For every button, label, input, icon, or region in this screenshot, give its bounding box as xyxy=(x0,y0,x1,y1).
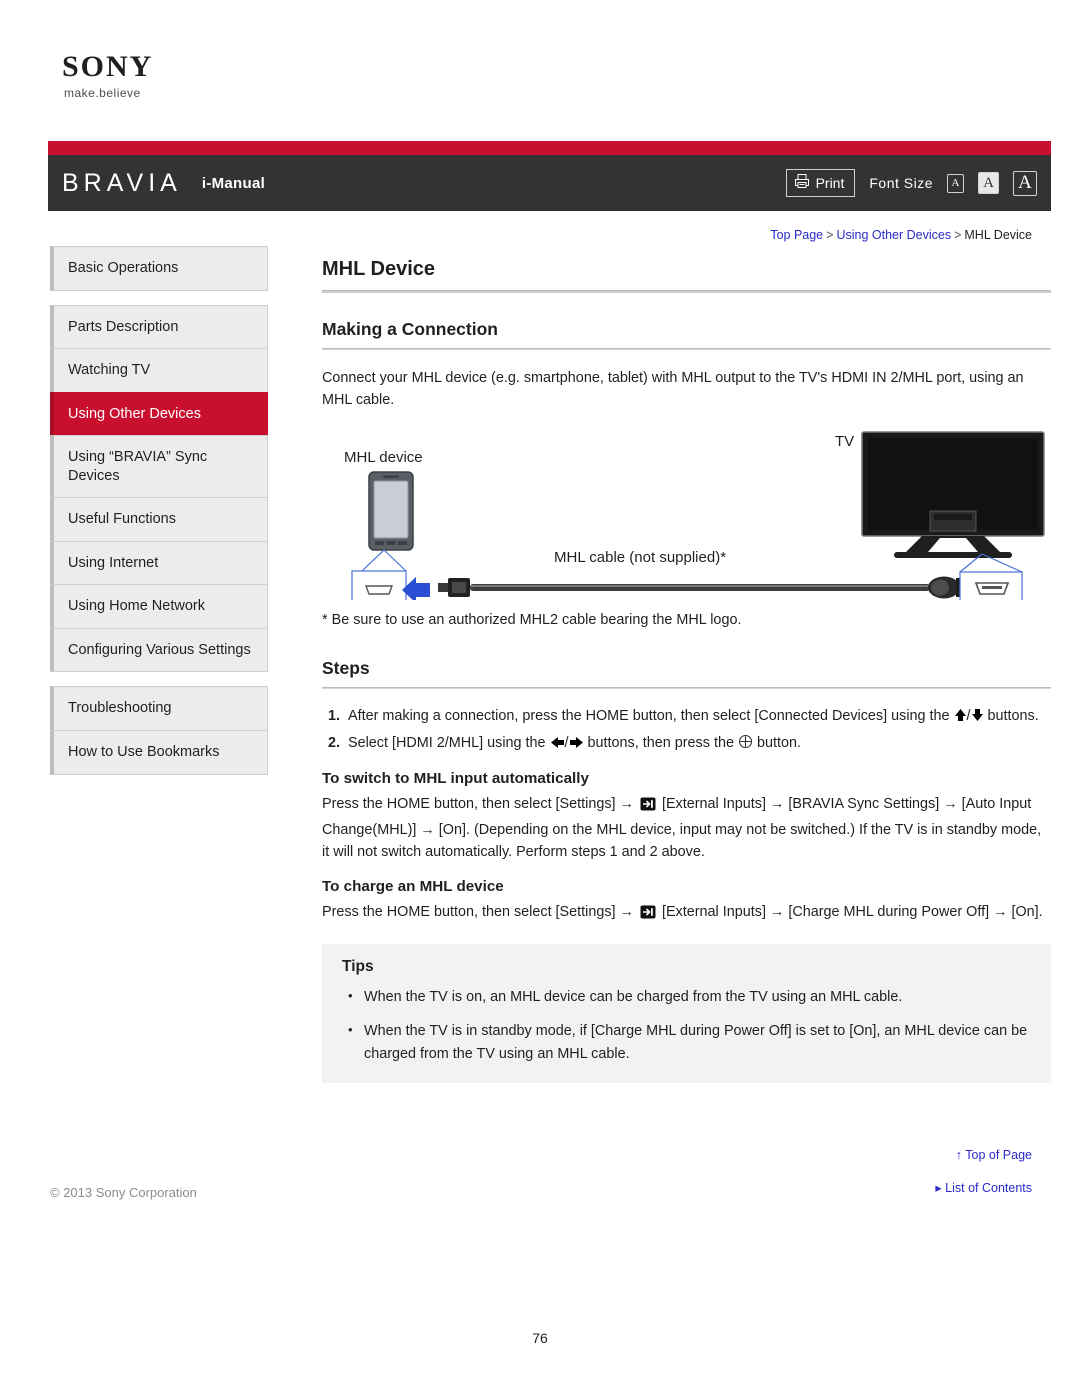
step-text: After making a connection, press the HOM… xyxy=(348,705,1051,729)
external-inputs-icon xyxy=(640,796,656,820)
title-divider xyxy=(322,290,1051,293)
sidebar-item-watching-tv[interactable]: Watching TV xyxy=(50,348,268,392)
sony-tagline: make.believe xyxy=(64,86,141,100)
up-arrow-icon xyxy=(954,707,967,729)
breadcrumb-current: MHL Device xyxy=(964,228,1032,242)
step-item: 1. After making a connection, press the … xyxy=(322,705,1051,729)
mhl-connection-diagram: TV MHL device MHL cable (not supplied)* xyxy=(322,428,1051,615)
breadcrumb-separator: > xyxy=(826,228,834,242)
main-content: MHL Device Making a Connection Connect y… xyxy=(322,258,1051,1083)
print-label: Print xyxy=(815,174,845,191)
breadcrumb-separator: > xyxy=(954,228,962,242)
sidebar-item-parts-description[interactable]: Parts Description xyxy=(50,304,268,349)
sidebar-item-configuring-various-settings[interactable]: Configuring Various Settings xyxy=(50,627,268,673)
breadcrumb: Top Page > Using Other Devices > MHL Device xyxy=(770,228,1032,242)
right-arrow-icon xyxy=(569,734,584,756)
auto-switch-description: Press the HOME button, then select [Sett… xyxy=(322,794,1051,864)
footer-links: ↑ Top of Page ▸ List of Contents xyxy=(935,1148,1032,1213)
print-button[interactable]: Print xyxy=(785,169,856,197)
sidebar: Basic Operations Parts Description Watch… xyxy=(50,246,268,789)
list-of-contents-link[interactable]: ▸ List of Contents xyxy=(935,1180,1032,1195)
font-size-small-button[interactable]: A xyxy=(947,173,964,193)
sony-logo: SONY make.believe xyxy=(62,50,154,101)
sidebar-item-basic-operations[interactable]: Basic Operations xyxy=(50,246,268,291)
step-text-mid: buttons, then press the xyxy=(583,735,738,751)
top-of-page-link[interactable]: ↑ Top of Page xyxy=(935,1148,1032,1162)
printer-icon xyxy=(794,173,810,192)
step-text-before: Select [HDMI 2/MHL] using the xyxy=(348,735,550,751)
left-arrow-icon xyxy=(550,734,565,756)
breadcrumb-link-top-page[interactable]: Top Page xyxy=(770,228,823,242)
font-size-label: Font Size xyxy=(869,175,933,191)
sidebar-group-1: Basic Operations xyxy=(50,246,268,291)
step-text-before: After making a connection, press the HOM… xyxy=(348,707,954,724)
breadcrumb-link-using-other-devices[interactable]: Using Other Devices xyxy=(836,228,951,242)
charge-text-after: [External Inputs] → [Charge MHL during P… xyxy=(657,904,1043,920)
section-heading-steps: Steps xyxy=(322,657,370,678)
figure-footnote: * Be sure to use an authorized MHL2 cabl… xyxy=(322,611,742,628)
sidebar-group-3: Troubleshooting How to Use Bookmarks xyxy=(50,686,268,775)
header-controls: Print Font Size A A A xyxy=(785,169,1037,197)
sidebar-group-2: Parts Description Watching TV Using Othe… xyxy=(50,304,268,673)
subheading-charge-mhl-device: To charge an MHL device xyxy=(322,878,504,895)
step-text-after: buttons. xyxy=(983,707,1039,724)
font-size-large-button[interactable]: A xyxy=(1013,170,1037,196)
imanual-label: i-Manual xyxy=(201,174,266,192)
bravia-wordmark: BRAVIA xyxy=(62,168,182,197)
charge-description: Press the HOME button, then select [Sett… xyxy=(322,902,1051,928)
step-item: 2. Select [HDMI 2/MHL] using the / butto… xyxy=(322,732,1051,756)
tip-item: When the TV is on, an MHL device can be … xyxy=(346,986,1031,1008)
sony-wordmark: SONY xyxy=(62,50,154,83)
sidebar-item-using-home-network[interactable]: Using Home Network xyxy=(50,584,268,628)
sidebar-item-useful-functions[interactable]: Useful Functions xyxy=(50,497,268,541)
steps-divider xyxy=(322,686,1051,689)
subheading-switch-mhl-auto: To switch to MHL input automatically xyxy=(322,770,589,788)
tv-label: TV xyxy=(835,433,854,450)
header: BRAVIA i-Manual Print Font Size A A A xyxy=(48,141,1051,211)
mhl-device-label: MHL device xyxy=(344,449,423,466)
mhl-cable-label: MHL cable (not supplied)* xyxy=(554,549,726,566)
copyright-text: © 2013 Sony Corporation xyxy=(50,1185,197,1200)
sidebar-item-using-other-devices[interactable]: Using Other Devices xyxy=(50,391,268,436)
step-number: 2. xyxy=(327,735,340,751)
auto-switch-text-before: Press the HOME button, then select [Sett… xyxy=(322,796,638,813)
tip-item: When the TV is in standby mode, if [Char… xyxy=(346,1020,1031,1065)
enter-button-icon xyxy=(738,734,753,756)
page-number: 76 xyxy=(532,1330,548,1346)
step-number: 1. xyxy=(327,707,340,724)
section-divider xyxy=(322,348,1051,350)
tips-box: Tips When the TV is on, an MHL device ca… xyxy=(322,943,1051,1083)
connection-description: Connect your MHL device (e.g. smartphone… xyxy=(322,370,1024,408)
header-bar: BRAVIA i-Manual Print Font Size A A A xyxy=(48,155,1051,211)
sidebar-item-using-bravia-sync-devices[interactable]: Using “BRAVIA” Sync Devices xyxy=(50,435,268,498)
step-text: Select [HDMI 2/MHL] using the / buttons,… xyxy=(348,732,1051,756)
header-red-stripe xyxy=(48,141,1051,155)
font-size-medium-button[interactable]: A xyxy=(978,172,999,194)
sidebar-item-how-to-use-bookmarks[interactable]: How to Use Bookmarks xyxy=(50,730,268,775)
sidebar-item-using-internet[interactable]: Using Internet xyxy=(50,540,268,585)
tips-list: When the TV is on, an MHL device can be … xyxy=(342,986,1031,1065)
steps-list: 1. After making a connection, press the … xyxy=(322,705,1051,757)
tips-heading: Tips xyxy=(342,957,374,975)
external-inputs-icon xyxy=(640,904,656,928)
step-text-after: button. xyxy=(752,735,801,751)
down-arrow-icon xyxy=(971,707,984,729)
section-heading-making-a-connection: Making a Connection xyxy=(322,319,498,339)
sidebar-item-troubleshooting[interactable]: Troubleshooting xyxy=(50,686,268,731)
charge-text-before: Press the HOME button, then select [Sett… xyxy=(322,904,638,920)
page-title: MHL Device xyxy=(322,258,436,280)
